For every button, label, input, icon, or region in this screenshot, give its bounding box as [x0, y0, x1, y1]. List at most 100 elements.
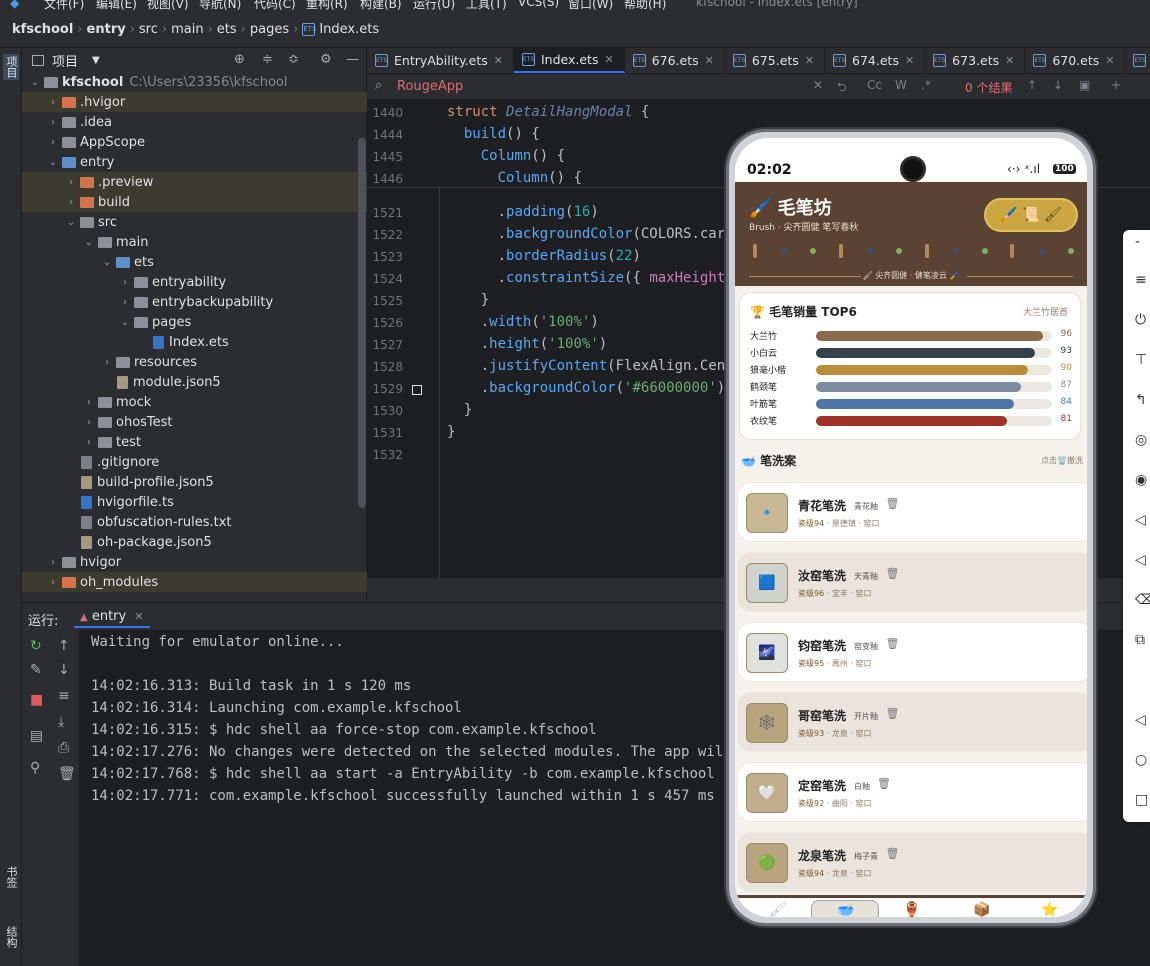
wash-item[interactable]: 🌌 钧窑笔洗 窑变釉 🗑 瓷级95 · 禹州 · 窑口 [737, 622, 1087, 682]
arrow-up-icon[interactable]: ↑ [58, 638, 70, 654]
breadcrumb-item[interactable]: src [139, 22, 158, 37]
menu-tools[interactable]: 工具(T) [466, 0, 507, 12]
chevron-right-icon[interactable]: › [46, 97, 60, 108]
power-icon[interactable]: ⏻ [1135, 312, 1146, 328]
tree-item[interactable]: hvigorfile.ts [22, 492, 367, 512]
editor-tab[interactable]: ETS 673.ets ✕ [925, 48, 1026, 73]
trash-icon[interactable]: 🗑 [886, 707, 900, 720]
home-icon[interactable]: ○ [1135, 752, 1147, 768]
more-icon[interactable]: ⧉ [1135, 632, 1145, 648]
layout-icon[interactable]: ▤ [30, 728, 43, 744]
chevron-right-icon[interactable]: › [64, 177, 78, 188]
code-line[interactable]: build() { [447, 126, 540, 142]
trash-icon[interactable]: 🗑 [886, 847, 900, 860]
editor-tab[interactable]: ETS Index.ets ✕ [513, 48, 625, 73]
wash-item[interactable]: 🟢 龙泉笔洗 梅子青 🗑 瓷级94 · 龙泉 · 窑口 [737, 832, 1087, 892]
tree-item[interactable]: › ohosTest [22, 412, 367, 432]
code-line[interactable]: } [447, 402, 472, 418]
breadcrumb-item[interactable]: entry [87, 22, 126, 37]
breadcrumb-item[interactable]: main [171, 22, 203, 37]
breakpoint-marker[interactable] [412, 385, 422, 395]
menu-icon[interactable]: ≡ [1135, 272, 1147, 288]
chevron-down-icon[interactable]: ⌄ [118, 317, 132, 328]
tree-item[interactable]: › hvigor [22, 552, 367, 572]
new-line-icon[interactable]: ⮌ [837, 78, 847, 99]
match-case-toggle[interactable]: Cc [867, 78, 882, 92]
chevron-down-icon[interactable]: ⌄ [82, 237, 96, 248]
volume-down-icon[interactable]: ◁ [1135, 552, 1146, 568]
tree-item[interactable]: › oh_modules [22, 572, 367, 592]
tab-box-icon[interactable]: 📦 [973, 902, 990, 917]
wash-item[interactable]: 🔹 青花笔洗 青花釉 🗑 瓷级94 · 景德镇 · 窑口 [737, 482, 1087, 542]
tree-item[interactable]: oh-package.json5 [22, 532, 367, 552]
close-icon[interactable]: ✕ [705, 54, 714, 67]
menu-view[interactable]: 视图(V) [147, 0, 189, 12]
chevron-right-icon[interactable]: › [118, 297, 132, 308]
menu-run[interactable]: 运行(U) [413, 0, 455, 12]
code-line[interactable]: struct DetailHangModal { [447, 104, 649, 120]
arrow-up-icon[interactable]: ↑ [1027, 78, 1037, 92]
run-tab-entry[interactable]: ▲ entry ✕ [74, 607, 150, 628]
close-icon[interactable]: ✕ [1005, 54, 1014, 67]
menu-navigate[interactable]: 导航(N) [199, 0, 241, 12]
bookmarks-tool-button[interactable]: 书签 [3, 866, 19, 888]
tree-item[interactable]: › .hvigor [22, 92, 367, 112]
select-all-icon[interactable]: ▣ [1079, 78, 1090, 92]
editor-tab[interactable]: ETS 670.ets ✕ [1025, 48, 1126, 73]
tab-brush-icon[interactable]: 🖌 [769, 902, 787, 917]
tab-star-icon[interactable]: ⭐ [1041, 902, 1058, 917]
print-icon[interactable]: ⎙ [58, 740, 69, 756]
breadcrumb-item[interactable]: kfschool [12, 22, 73, 37]
editor-tab[interactable]: ETS 675.ets ✕ [725, 48, 826, 73]
arrow-down-icon[interactable]: ↓ [58, 662, 70, 678]
project-tool-button[interactable]: 项目 [3, 54, 19, 80]
tree-item[interactable]: ⌄ kfschool C:\Users\23356\kfschool [22, 72, 367, 92]
pin-top-icon[interactable]: ⊤ [1135, 352, 1147, 368]
collapse-all-icon[interactable]: ≑ [262, 52, 273, 67]
chevron-right-icon[interactable]: › [64, 197, 78, 208]
close-icon[interactable]: ✕ [805, 54, 814, 67]
brush-pill-button[interactable]: 🖌️ 📜 🖌 [984, 198, 1078, 232]
tree-item[interactable]: ⌄ src [22, 212, 367, 232]
chevron-right-icon[interactable]: › [82, 417, 96, 428]
tree-item[interactable]: ⌄ entry [22, 152, 367, 172]
phone-screen[interactable]: 02:02 ‹·› ˣ.ıl 100 🖌️ 毛笔坊 Brush · 尖齐圆健 笔… [735, 138, 1087, 917]
chevron-down-icon[interactable]: ⌄ [100, 257, 114, 268]
code-line[interactable]: .padding(16) [447, 204, 599, 220]
menu-vcs[interactable]: VCS(S) [518, 0, 559, 9]
screenshot-icon[interactable]: ◎ [1135, 432, 1147, 448]
code-line[interactable]: Column() { [447, 170, 582, 186]
code-line[interactable]: .width('100%') [447, 314, 599, 330]
pin-icon[interactable]: ⚲ [30, 760, 40, 776]
tree-item[interactable]: ⌄ main [22, 232, 367, 252]
tree-item[interactable]: › test [22, 432, 367, 452]
erase-icon[interactable]: ⌫ [1135, 592, 1150, 608]
menu-edit[interactable]: 编辑(E) [96, 0, 137, 12]
tree-item[interactable]: .gitignore [22, 452, 367, 472]
chevron-down-icon[interactable]: ⌄ [46, 157, 60, 168]
tree-item[interactable]: › entrybackupability [22, 292, 367, 312]
trash-icon[interactable]: 🗑 [886, 637, 900, 650]
recents-icon[interactable]: □ [1135, 792, 1148, 808]
expand-all-icon[interactable]: ≎ [288, 52, 299, 67]
chevron-right-icon[interactable]: › [100, 357, 114, 368]
chevron-down-icon[interactable]: ⌄ [28, 77, 42, 88]
menu-code[interactable]: 代码(C) [254, 0, 296, 12]
tree-item[interactable]: › AppScope [22, 132, 367, 152]
volume-up-icon[interactable]: ◁ [1135, 512, 1146, 528]
close-icon[interactable]: ✕ [494, 54, 503, 67]
tree-item[interactable]: obfuscation-rules.txt [22, 512, 367, 532]
breadcrumb-item[interactable]: ets [217, 22, 237, 37]
menu-build[interactable]: 构建(B) [360, 0, 402, 12]
chevron-right-icon[interactable]: › [46, 577, 60, 588]
breadcrumb-item[interactable]: pages [250, 22, 289, 37]
editor-tab[interactable]: ETS 676.ets ✕ [625, 48, 725, 73]
tree-item[interactable]: › .idea [22, 112, 367, 132]
gear-icon[interactable]: ⚙ [320, 52, 332, 67]
wash-item[interactable]: 🕸️ 哥窑笔洗 开片釉 🗑 瓷级93 · 龙泉 · 窑口 [737, 692, 1087, 752]
soft-wrap-icon[interactable]: ≡ [58, 688, 70, 704]
tree-item[interactable]: Index.ets [22, 332, 367, 352]
code-line[interactable]: .backgroundColor(COLORS.cardB [447, 226, 742, 242]
editor-tab[interactable]: ETS671.ets✕ [1125, 48, 1150, 73]
wash-item[interactable]: 🤍 定窑笔洗 白釉 🗑 瓷级92 · 曲阳 · 窑口 [737, 762, 1087, 822]
